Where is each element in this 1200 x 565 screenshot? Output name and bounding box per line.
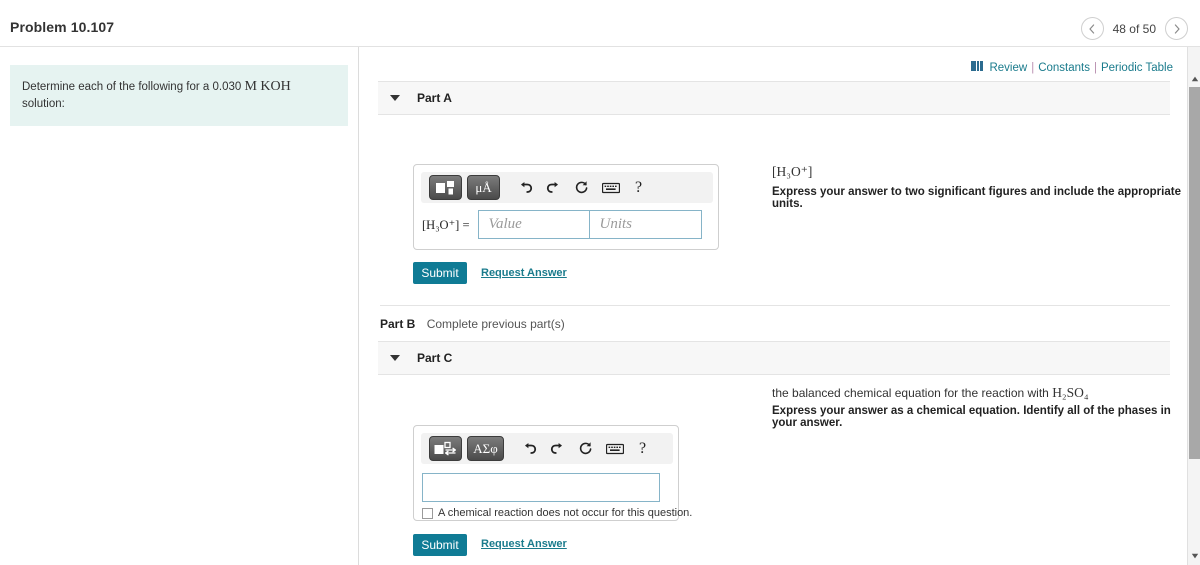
part-a-answer-row: [H₃O⁺] = Value Units: [422, 210, 718, 239]
part-a-question: [H₃O⁺]: [772, 164, 813, 179]
part-b-note: Complete previous part(s): [426, 317, 565, 331]
chevron-right-icon: [1173, 23, 1181, 34]
help-button[interactable]: ?: [635, 179, 642, 197]
help-button[interactable]: ?: [639, 440, 646, 458]
units-input[interactable]: Units: [589, 210, 702, 239]
part-a-request-answer-link[interactable]: Request Answer: [481, 267, 567, 279]
part-c-submit-button[interactable]: Submit: [413, 534, 467, 556]
next-problem-button[interactable]: [1165, 17, 1188, 40]
scrollbar-thumb[interactable]: [1189, 87, 1200, 459]
part-b-row: Part B Complete previous part(s): [380, 317, 565, 331]
problem-navigation: 48 of 50: [1080, 17, 1188, 40]
scroll-down-icon[interactable]: [1188, 549, 1200, 562]
no-reaction-label: A chemical reaction does not occur for t…: [438, 507, 693, 519]
part-c-instruction: Express your answer as a chemical equati…: [772, 405, 1171, 429]
problem-statement-pane: Determine each of the following for a 0.…: [0, 47, 359, 565]
periodic-table-link[interactable]: Periodic Table: [1101, 62, 1173, 74]
part-c-label: Part C: [417, 351, 453, 365]
part-a-submit-button[interactable]: Submit: [413, 262, 467, 284]
part-c-question-text: the balanced chemical equation for the r…: [772, 386, 1049, 400]
problem-text-after: solution:: [22, 97, 65, 110]
value-input[interactable]: Value: [477, 210, 590, 239]
page-header: Problem 10.107 48 of 50: [0, 6, 1200, 47]
part-c-header[interactable]: Part C: [378, 341, 1170, 375]
reset-icon[interactable]: [578, 441, 593, 456]
problem-concentration-unit: M KOH: [244, 79, 291, 94]
part-a-toolbar: μÅ ?: [421, 172, 713, 203]
link-separator: |: [1093, 61, 1097, 74]
chem-equation-icon[interactable]: [429, 436, 462, 461]
scroll-up-icon[interactable]: [1188, 72, 1200, 85]
undo-icon[interactable]: [518, 181, 533, 195]
part-c-formula: H₂SO₄: [1052, 385, 1089, 400]
section-divider: [380, 305, 1170, 306]
no-reaction-checkbox[interactable]: [422, 507, 433, 519]
caret-down-icon[interactable]: [390, 95, 400, 101]
page-title: Problem 10.107: [10, 19, 115, 35]
part-a-instruction: Express your answer to two significant f…: [772, 186, 1181, 210]
utility-links: Review | Constants | Periodic Table: [971, 61, 1173, 74]
review-link[interactable]: Review: [989, 62, 1027, 74]
template-icon[interactable]: [429, 175, 462, 200]
part-a-header[interactable]: Part A: [378, 81, 1170, 115]
problem-counter: 48 of 50: [1112, 21, 1156, 36]
chevron-left-icon: [1088, 23, 1096, 34]
keyboard-icon[interactable]: [602, 182, 620, 194]
previous-problem-button[interactable]: [1080, 17, 1104, 40]
page-root: Problem 10.107 48 of 50 Determine each o…: [0, 0, 1200, 565]
part-b-label: Part B: [380, 317, 416, 331]
book-icon: [971, 61, 984, 74]
chemical-equation-input[interactable]: [422, 473, 660, 502]
part-a-answer-prefix: [H₃O⁺] =: [422, 217, 470, 232]
greek-symbols-button[interactable]: ΑΣφ: [467, 436, 504, 461]
redo-icon[interactable]: [546, 181, 561, 195]
units-button[interactable]: μÅ: [467, 175, 500, 200]
part-c-question: the balanced chemical equation for the r…: [772, 385, 1089, 401]
part-a-answer-widget: μÅ ? [H₃O⁺] = Value Units: [413, 164, 719, 250]
answer-pane: Review | Constants | Periodic Table Part…: [360, 47, 1187, 565]
part-c-input-area: A chemical reaction does not occur for t…: [422, 473, 692, 519]
redo-icon[interactable]: [550, 442, 565, 456]
problem-text-before: Determine each of the following for a 0.…: [22, 81, 242, 93]
part-a-label: Part A: [417, 91, 452, 105]
reset-icon[interactable]: [574, 180, 589, 195]
vertical-scrollbar[interactable]: [1187, 47, 1200, 565]
no-reaction-checkbox-row[interactable]: A chemical reaction does not occur for t…: [422, 507, 692, 519]
part-c-request-answer-link[interactable]: Request Answer: [481, 538, 567, 550]
part-c-toolbar: ΑΣφ ?: [421, 433, 673, 464]
problem-statement-box: Determine each of the following for a 0.…: [10, 65, 348, 127]
keyboard-icon[interactable]: [606, 443, 624, 455]
part-c-answer-widget: ΑΣφ ? A chemical reaction does not occur…: [413, 425, 692, 521]
link-separator: |: [1031, 61, 1035, 74]
constants-link[interactable]: Constants: [1038, 62, 1090, 74]
caret-down-icon[interactable]: [390, 355, 400, 361]
undo-icon[interactable]: [522, 442, 537, 456]
